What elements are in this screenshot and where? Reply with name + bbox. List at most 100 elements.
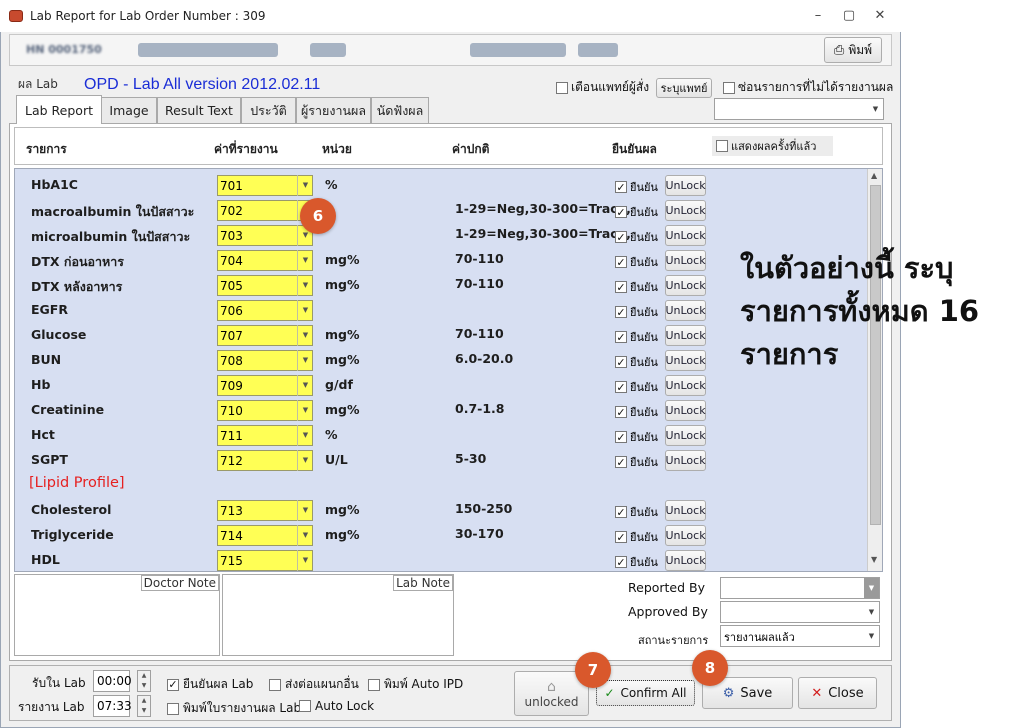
confirm-checkbox[interactable]: ✓ [615,456,627,468]
confirm-result-checkbox[interactable]: ✓ [167,678,179,691]
confirm-option[interactable]: ✓ ยืนยัน [615,178,658,196]
confirm-checkbox[interactable]: ✓ [615,231,627,243]
specify-doctor-button[interactable]: ระบุแพทย์ [656,78,712,98]
confirm-checkbox[interactable]: ✓ [615,356,627,368]
confirm-option[interactable]: ✓ ยืนยัน [615,528,658,546]
minimize-button[interactable]: – [807,6,829,26]
hide-unreported-checkbox[interactable] [723,81,735,94]
close-button[interactable]: ✕ Close [798,677,877,709]
confirm-option[interactable]: ✓ ยืนยัน [615,228,658,246]
chevron-down-icon[interactable]: ▼ [297,400,313,421]
tab-appointment[interactable]: นัดฟังผล [371,97,429,123]
auto-lock-option[interactable]: Auto Lock [299,699,374,713]
unlock-button[interactable]: UnLock [665,325,706,346]
confirm-checkbox[interactable]: ✓ [615,406,627,418]
confirm-option[interactable]: ✓ ยืนยัน [615,253,658,271]
report-time-spinner[interactable]: ▲ ▼ [137,695,151,717]
tab-image[interactable]: Image [101,97,157,123]
confirm-checkbox[interactable]: ✓ [615,181,627,193]
unlock-button[interactable]: UnLock [665,500,706,521]
send-other-checkbox[interactable] [269,678,281,691]
confirm-checkbox[interactable]: ✓ [615,281,627,293]
confirm-checkbox[interactable]: ✓ [615,431,627,443]
confirm-option[interactable]: ✓ ยืนยัน [615,203,658,221]
chevron-down-icon[interactable]: ▼ [297,450,313,471]
unlock-button[interactable]: UnLock [665,400,706,421]
chevron-down-icon[interactable]: ▼ [297,175,313,196]
show-reported-option[interactable]: แสดงผลครั้งที่แล้ว [712,136,833,156]
grid-scrollbar[interactable]: ▲ ▼ [867,169,882,571]
unlock-button[interactable]: UnLock [665,525,706,546]
scroll-down-icon[interactable]: ▼ [871,555,877,564]
maximize-button[interactable]: ▢ [838,6,860,26]
tab-filter-combo[interactable]: ▼ [714,98,884,120]
chevron-down-icon[interactable]: ▼ [297,425,313,446]
chevron-down-icon[interactable]: ▼ [297,300,313,321]
confirm-option[interactable]: ✓ ยืนยัน [615,278,658,296]
confirm-checkbox[interactable]: ✓ [615,256,627,268]
confirm-option[interactable]: ✓ ยืนยัน [615,428,658,446]
show-reported-checkbox[interactable] [716,140,728,152]
hide-unreported-option[interactable]: ซ่อนรายการที่ไม่ได้รายงานผล [723,78,893,97]
confirm-checkbox[interactable]: ✓ [615,381,627,393]
unlock-button[interactable]: UnLock [665,550,706,571]
confirm-checkbox[interactable]: ✓ [615,331,627,343]
unlock-button[interactable]: UnLock [665,375,706,396]
confirm-checkbox[interactable]: ✓ [615,556,627,568]
unlock-button[interactable]: UnLock [665,425,706,446]
print-lab-report-option[interactable]: พิมพ์ใบรายงานผล Lab [167,699,301,718]
doctor-note-area[interactable]: Doctor Note [14,574,220,656]
chevron-down-icon[interactable]: ▼ [297,250,313,271]
confirm-option[interactable]: ✓ ยืนยัน [615,378,658,396]
tab-lab-report[interactable]: Lab Report [16,95,102,124]
status-combo[interactable]: รายงานผลแล้ว ▼ [720,625,880,647]
unlock-button[interactable]: UnLock [665,225,706,246]
report-time-input[interactable]: 07:33 [93,695,132,717]
print-button[interactable]: ⎙ พิมพ์ [824,37,882,63]
lab-note-area[interactable]: Lab Note [222,574,454,656]
unlock-button[interactable]: UnLock [665,200,706,221]
chevron-down-icon[interactable]: ▼ [297,275,313,296]
chevron-down-icon[interactable]: ▼ [297,550,313,571]
send-other-option[interactable]: ส่งต่อแผนกอื่น [269,675,359,694]
chevron-down-icon[interactable]: ▼ [297,525,313,546]
tab-result-text[interactable]: Result Text [157,97,241,123]
confirm-checkbox[interactable]: ✓ [615,306,627,318]
unlock-button[interactable]: UnLock [665,350,706,371]
unlock-button[interactable]: UnLock [665,300,706,321]
auto-lock-checkbox[interactable] [299,700,311,712]
chevron-down-icon[interactable]: ▼ [297,500,313,521]
unlock-button[interactable]: UnLock [665,250,706,271]
tab-reporter[interactable]: ผู้รายงานผล [296,97,371,123]
notify-doctor-option[interactable]: เตือนแพทย์ผู้สั่ง [556,78,649,97]
confirm-option[interactable]: ✓ ยืนยัน [615,403,658,421]
chevron-down-icon[interactable]: ▼ [297,325,313,346]
confirm-option[interactable]: ✓ ยืนยัน [615,303,658,321]
confirm-checkbox[interactable]: ✓ [615,206,627,218]
unlock-button[interactable]: UnLock [665,450,706,471]
unlock-button[interactable]: UnLock [665,175,706,196]
chevron-down-icon[interactable]: ▼ [297,375,313,396]
scroll-thumb[interactable] [870,185,881,525]
chevron-down-icon[interactable]: ▼ [297,350,313,371]
reported-by-combo[interactable]: ▼ [720,577,880,599]
confirm-option[interactable]: ✓ ยืนยัน [615,503,658,521]
receive-time-input[interactable]: 00:00 [93,670,132,692]
scroll-up-icon[interactable]: ▲ [871,171,877,180]
confirm-option[interactable]: ✓ ยืนยัน [615,353,658,371]
close-window-button[interactable]: ✕ [869,6,891,26]
confirm-all-button[interactable]: ✓ Confirm All [596,680,695,706]
confirm-checkbox[interactable]: ✓ [615,531,627,543]
approved-by-combo[interactable]: ▼ [720,601,880,623]
receive-time-spinner[interactable]: ▲ ▼ [137,670,151,692]
confirm-result-option[interactable]: ✓ ยืนยันผล Lab [167,675,253,694]
confirm-checkbox[interactable]: ✓ [615,506,627,518]
tab-history[interactable]: ประวัติ [241,97,296,123]
print-auto-ipd-option[interactable]: พิมพ์ Auto IPD [368,675,463,694]
confirm-option[interactable]: ✓ ยืนยัน [615,553,658,571]
confirm-option[interactable]: ✓ ยืนยัน [615,453,658,471]
print-auto-ipd-checkbox[interactable] [368,678,380,691]
confirm-option[interactable]: ✓ ยืนยัน [615,328,658,346]
unlock-button[interactable]: UnLock [665,275,706,296]
print-lab-report-checkbox[interactable] [167,702,179,715]
